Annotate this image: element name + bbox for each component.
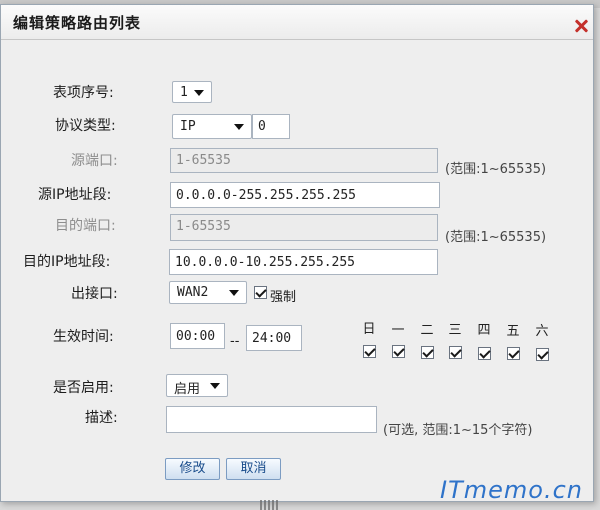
chevron-down-icon	[210, 383, 220, 389]
enabled-select[interactable]: 启用	[166, 374, 228, 397]
day-checkbox-mon[interactable]	[392, 345, 405, 358]
description-input[interactable]	[166, 406, 377, 433]
time-end-input[interactable]: 24:00	[246, 325, 302, 351]
day-checkbox-thu[interactable]	[478, 347, 491, 360]
dst-ip-input[interactable]: 10.0.0.0-10.255.255.255	[169, 249, 438, 275]
dst-port-input[interactable]: 1-65535	[170, 214, 438, 241]
dst-port-label: 目的端口:	[55, 218, 116, 234]
src-port-label: 源端口:	[71, 153, 118, 169]
time-separator: --	[230, 334, 240, 349]
chevron-down-icon	[194, 90, 204, 96]
protocol-select[interactable]: IP	[172, 114, 252, 139]
chevron-down-icon	[229, 290, 239, 296]
day-label-tue: 二	[420, 323, 434, 338]
day-checkbox-fri[interactable]	[507, 347, 520, 360]
src-port-input[interactable]: 1-65535	[170, 148, 438, 173]
day-label-sat: 六	[535, 324, 549, 339]
interface-value: WAN2	[177, 285, 209, 300]
src-port-hint: (范围:1~65535)	[445, 162, 547, 177]
day-checkbox-tue[interactable]	[421, 346, 434, 359]
interface-select[interactable]: WAN2	[169, 281, 247, 304]
edit-policy-route-dialog: 编辑策略路由列表 表项序号: 1 协议类型: IP 0 源端口: 1-65535…	[0, 4, 594, 502]
day-checkbox-wed[interactable]	[449, 346, 462, 359]
day-label-wed: 三	[448, 323, 462, 338]
day-label-thu: 四	[477, 323, 491, 338]
force-checkbox[interactable]	[254, 286, 267, 299]
src-ip-input[interactable]: 0.0.0.0-255.255.255.255	[170, 182, 440, 208]
protocol-label: 协议类型:	[55, 118, 116, 134]
day-label-fri: 五	[506, 324, 520, 339]
effective-time-label: 生效时间:	[53, 329, 114, 345]
chevron-down-icon	[234, 124, 244, 130]
dialog-title: 编辑策略路由列表	[13, 14, 142, 32]
day-label-mon: 一	[391, 323, 405, 338]
force-label: 强制	[270, 290, 297, 305]
interface-label: 出接口:	[71, 286, 118, 302]
description-label: 描述:	[85, 410, 118, 426]
enabled-value: 启用	[174, 382, 201, 397]
day-checkbox-sun[interactable]	[363, 345, 376, 358]
description-hint: (可选, 范围:1~15个字符)	[383, 423, 533, 438]
cancel-button[interactable]: 取消	[226, 458, 281, 480]
day-checkbox-sat[interactable]	[536, 348, 549, 361]
src-ip-label: 源IP地址段:	[38, 187, 112, 203]
protocol-value: IP	[180, 119, 196, 134]
entry-no-label: 表项序号:	[53, 85, 114, 101]
dst-port-hint: (范围:1~65535)	[445, 230, 547, 245]
time-start-input[interactable]: 00:00	[170, 323, 225, 349]
modify-button[interactable]: 修改	[165, 458, 220, 480]
enabled-label: 是否启用:	[53, 380, 114, 396]
protocol-number-input[interactable]: 0	[252, 114, 290, 139]
dst-ip-label: 目的IP地址段:	[23, 254, 111, 270]
entry-no-select[interactable]: 1	[172, 81, 212, 103]
dialog-titlebar: 编辑策略路由列表	[1, 5, 593, 40]
entry-no-value: 1	[180, 85, 188, 100]
resize-grip-icon[interactable]	[260, 500, 278, 510]
watermark: ITmemo.cn	[440, 476, 583, 504]
day-label-sun: 日	[362, 322, 376, 337]
close-icon[interactable]	[574, 19, 588, 33]
